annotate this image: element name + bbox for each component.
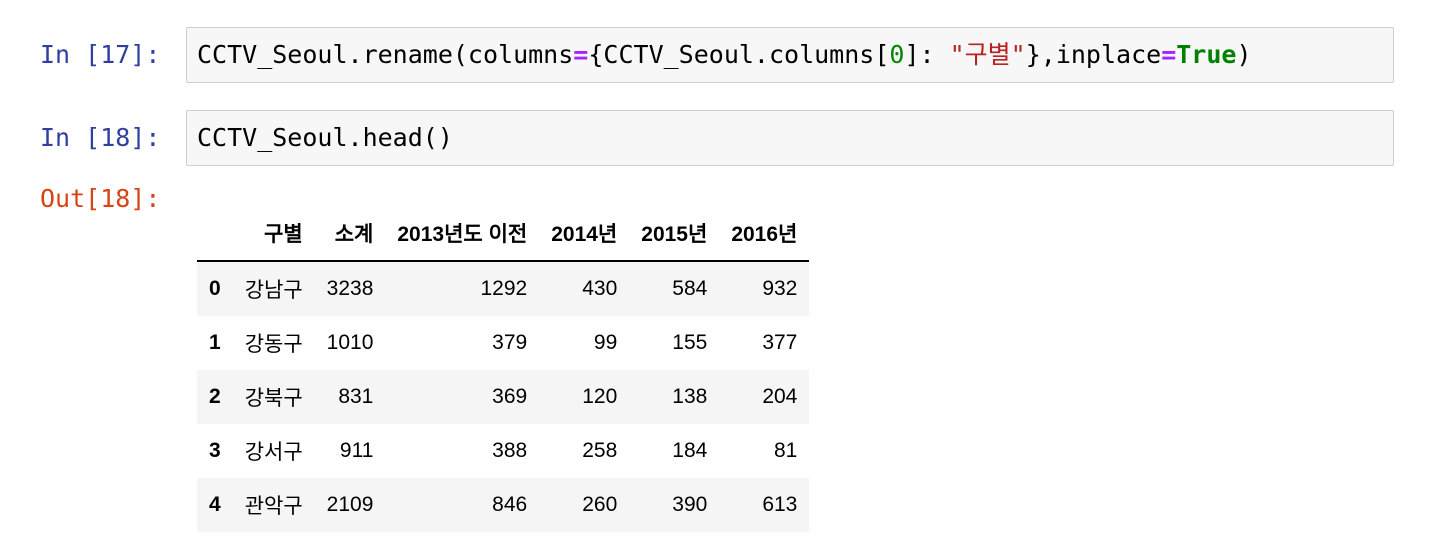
column-header: 2016년 bbox=[719, 206, 810, 262]
column-header: 소계 bbox=[314, 206, 386, 262]
table-cell: 911 bbox=[339, 439, 374, 462]
table-body: 0 강남구 3238 1292 430 584 932 1 강동구 1010 379 99 155 377… bbox=[197, 261, 810, 532]
column-header bbox=[197, 206, 233, 262]
column-header: 구별 bbox=[232, 206, 315, 262]
code-token: "구별" bbox=[949, 40, 1026, 69]
code-cell-18: In [18]: CCTV_Seoul.head() bbox=[0, 110, 1438, 166]
table-cell: 1010 bbox=[326, 331, 374, 354]
table-cell: 379 bbox=[492, 331, 528, 354]
code-token: },inplace bbox=[1025, 40, 1162, 69]
table-cell: 584 bbox=[672, 277, 708, 300]
table-cell: 138 bbox=[672, 385, 708, 408]
table-cell: 430 bbox=[582, 277, 618, 300]
table-cell: 120 bbox=[582, 385, 618, 408]
table-cell: 613 bbox=[762, 493, 798, 516]
table-cell: 390 bbox=[672, 493, 708, 516]
code-input[interactable]: CCTV_Seoul.head() bbox=[186, 110, 1394, 166]
row-index: 1 bbox=[209, 331, 221, 354]
code-token: ) bbox=[1236, 40, 1252, 69]
table-cell: 932 bbox=[762, 277, 798, 300]
code-token: = bbox=[1161, 40, 1177, 69]
row-index: 0 bbox=[209, 277, 221, 300]
table-cell: 204 bbox=[762, 385, 798, 408]
table-row: 4 관악구 2109 846 260 390 613 bbox=[197, 478, 810, 532]
table-cell: 1292 bbox=[480, 277, 528, 300]
row-index: 3 bbox=[209, 439, 221, 462]
table-cell: 155 bbox=[672, 331, 708, 354]
table-cell: 831 bbox=[338, 385, 374, 408]
table-cell: 369 bbox=[492, 385, 528, 408]
table-row: 0 강남구 3238 1292 430 584 932 bbox=[197, 261, 810, 316]
output-prompt: Out[18]: bbox=[40, 184, 161, 213]
table-cell: 강남구 bbox=[244, 279, 303, 302]
code-token: True bbox=[1176, 40, 1237, 69]
code-token: ]: bbox=[904, 40, 950, 69]
table-cell: 2109 bbox=[326, 493, 374, 516]
table-cell: 377 bbox=[762, 331, 798, 354]
code-token: = bbox=[573, 40, 589, 69]
table-cell: 3238 bbox=[326, 277, 374, 300]
table-cell: 강서구 bbox=[244, 441, 303, 464]
code-token: 0 bbox=[889, 40, 905, 69]
code-text: CCTV_Seoul.head() bbox=[197, 123, 453, 153]
table-cell: 강동구 bbox=[244, 333, 303, 356]
row-index: 2 bbox=[209, 385, 221, 408]
table-row: 1 강동구 1010 379 99 155 377 bbox=[197, 316, 810, 370]
input-prompt: In [18]: bbox=[40, 123, 161, 152]
row-index: 4 bbox=[209, 493, 221, 516]
table-cell: 260 bbox=[582, 493, 618, 516]
table-header-row: 구별 소계 2013년도 이전 2014년 2015년 2016년 bbox=[197, 206, 810, 262]
code-token: CCTV_Seoul.head() bbox=[197, 123, 453, 152]
table-cell: 99 bbox=[593, 331, 618, 354]
input-prompt: In [17]: bbox=[40, 40, 161, 69]
table-cell: 81 bbox=[774, 439, 798, 462]
table-cell: 388 bbox=[492, 439, 528, 462]
code-text: CCTV_Seoul.rename(columns={CCTV_Seoul.co… bbox=[197, 40, 1252, 70]
table-row: 2 강북구 831 369 120 138 204 bbox=[197, 370, 810, 424]
column-header: 2013년도 이전 bbox=[385, 206, 540, 262]
table-cell: 846 bbox=[492, 493, 528, 516]
code-token: CCTV_Seoul.rename(columns bbox=[197, 40, 574, 69]
table-row: 3 강서구 911 388 258 184 81 bbox=[197, 424, 810, 478]
code-token: {CCTV_Seoul.columns[ bbox=[588, 40, 890, 69]
table-cell: 258 bbox=[582, 439, 618, 462]
code-cell-17: In [17]: CCTV_Seoul.rename(columns={CCTV… bbox=[0, 27, 1438, 83]
code-input[interactable]: CCTV_Seoul.rename(columns={CCTV_Seoul.co… bbox=[186, 27, 1394, 83]
table-cell: 강북구 bbox=[244, 387, 303, 410]
column-header: 2014년 bbox=[539, 206, 630, 262]
dataframe-table: 구별 소계 2013년도 이전 2014년 2015년 2016년 0 강남구 3238 129… bbox=[197, 206, 810, 532]
table-cell: 184 bbox=[672, 439, 708, 462]
table-cell: 관악구 bbox=[244, 495, 303, 518]
column-header: 2015년 bbox=[629, 206, 720, 262]
